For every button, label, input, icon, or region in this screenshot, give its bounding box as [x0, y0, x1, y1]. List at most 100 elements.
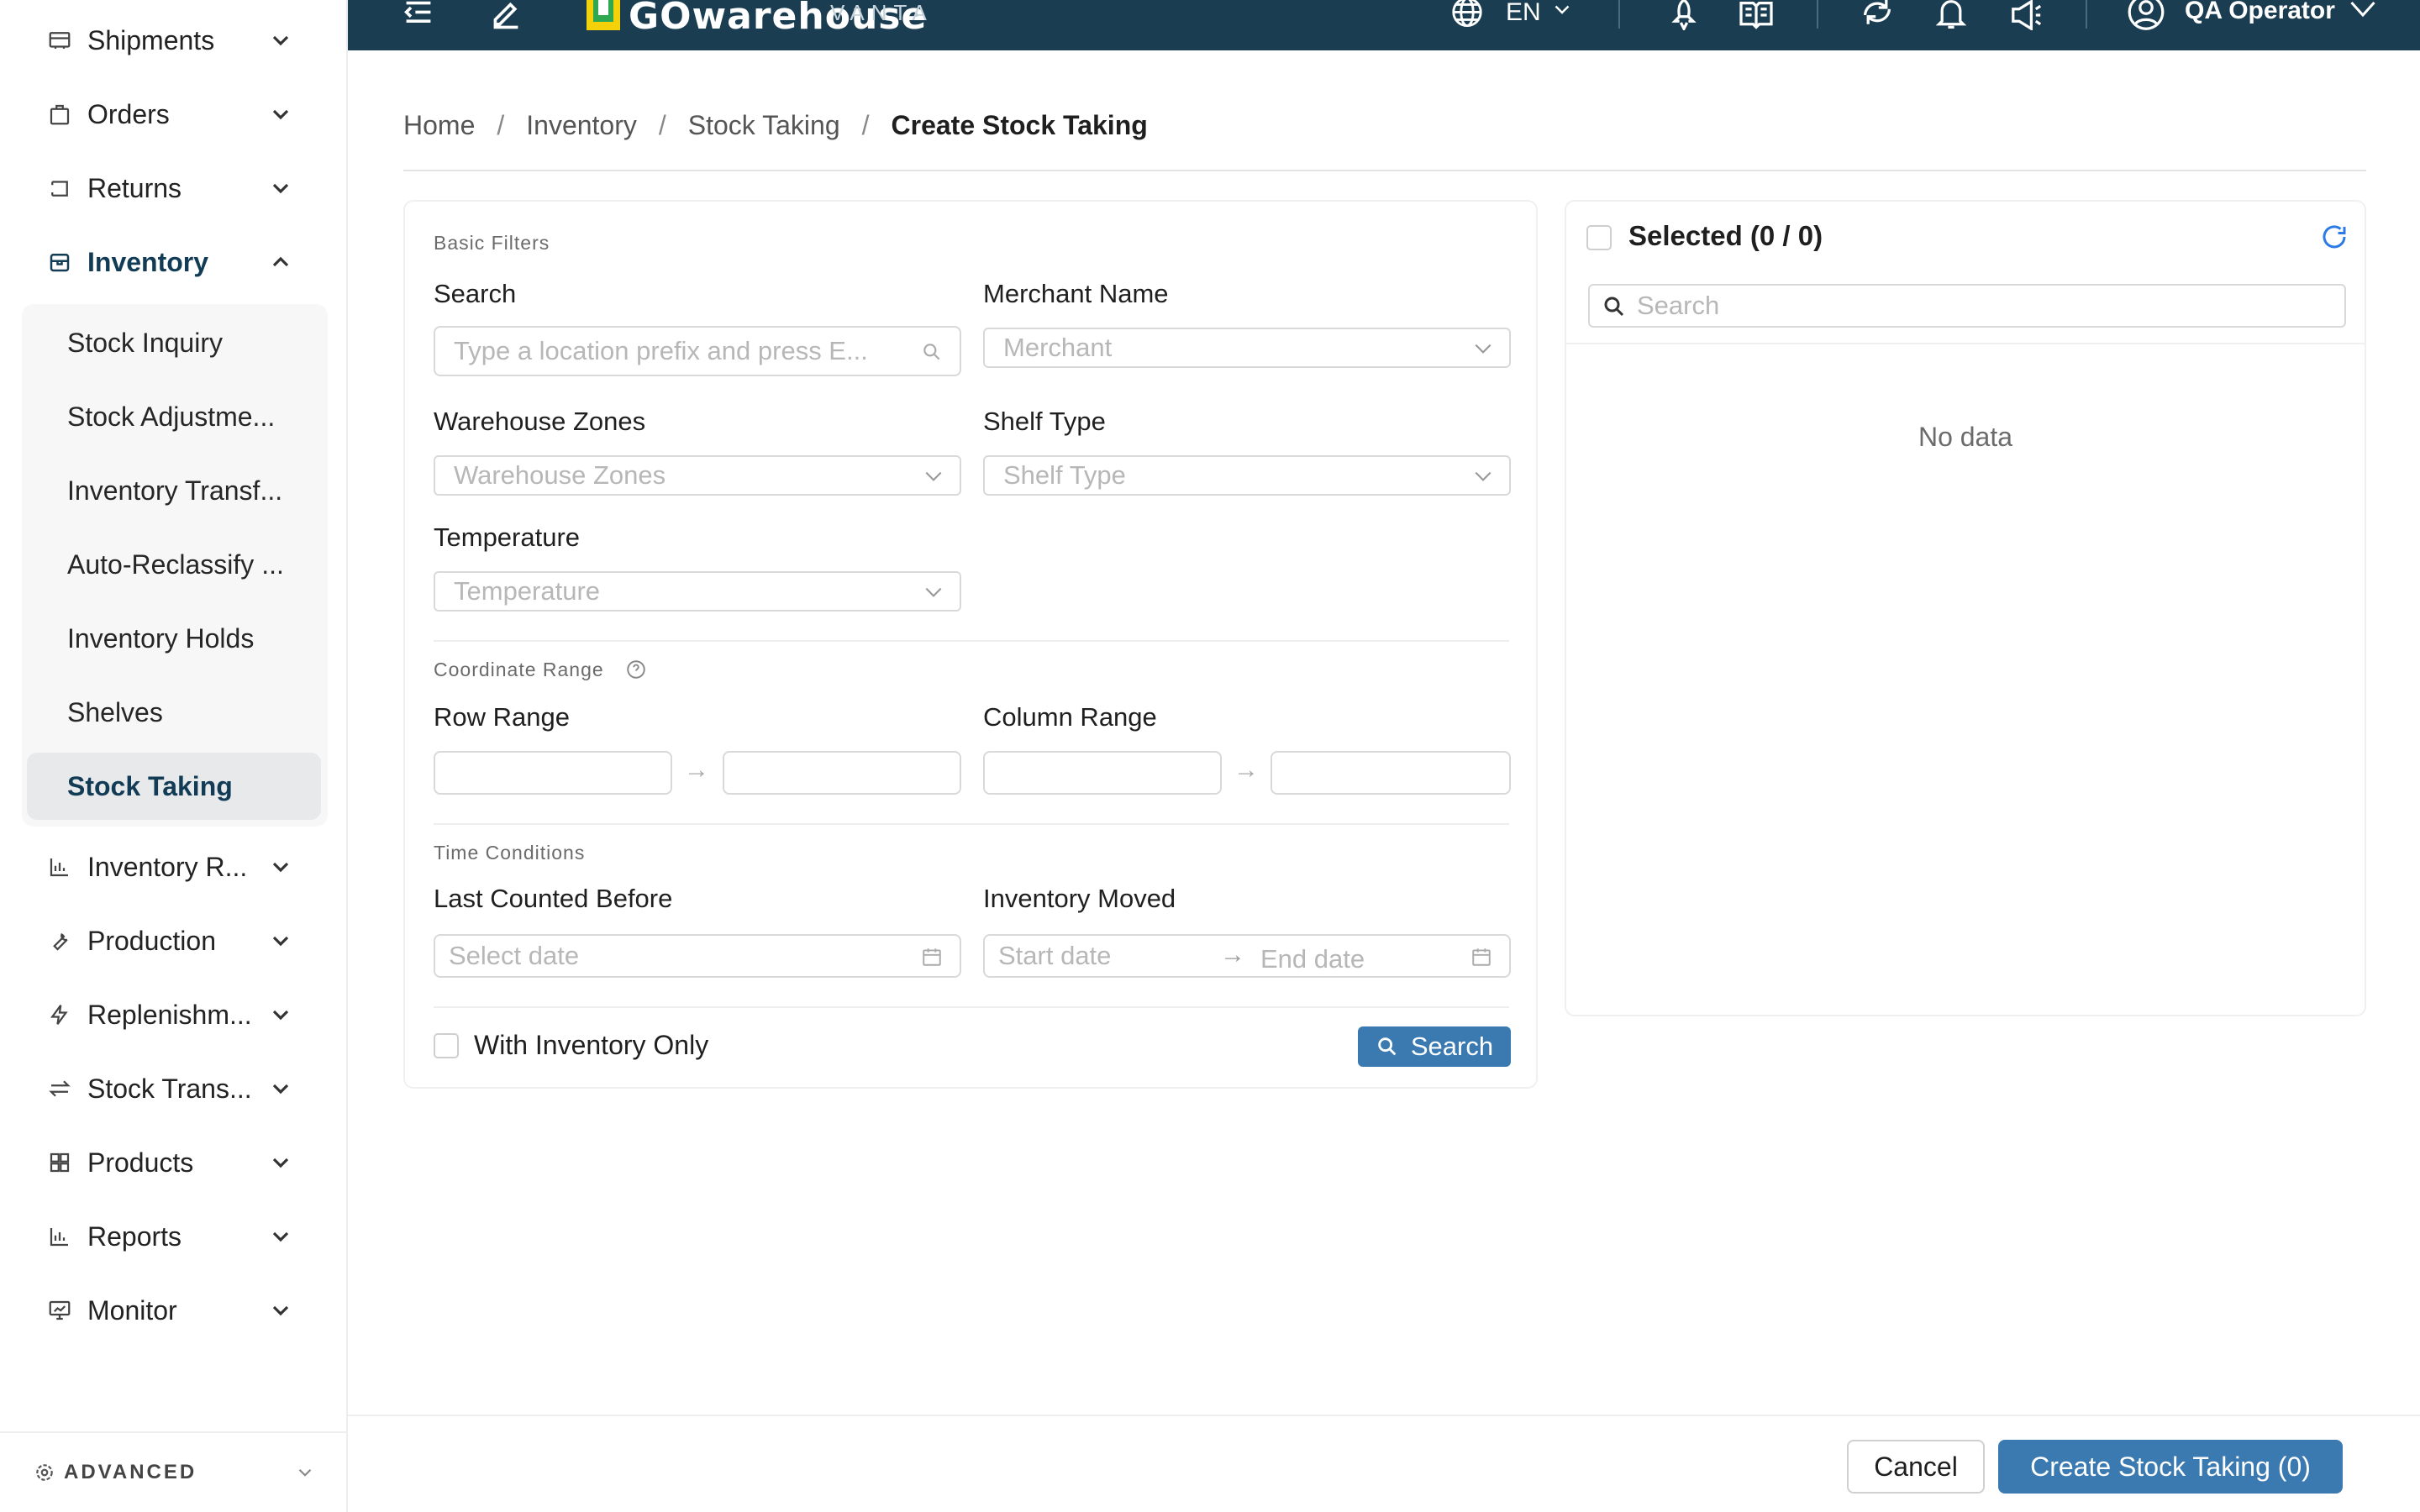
menu-collapse-icon[interactable] — [400, 0, 437, 30]
book-icon[interactable] — [1738, 0, 1775, 30]
rocket-icon[interactable] — [1665, 0, 1702, 30]
chevron-down-icon — [267, 1223, 294, 1250]
header-divider — [1618, 0, 1620, 29]
create-stock-taking-button[interactable]: Create Stock Taking (0) — [1998, 1440, 2343, 1494]
search-button[interactable]: Search — [1358, 1026, 1511, 1067]
sidebar: Shipments Orders Returns Inventory Stock… — [0, 0, 348, 1512]
sidebar-item-stock-transfer[interactable]: Stock Trans... — [0, 1055, 348, 1122]
refresh-icon[interactable] — [1859, 0, 1896, 30]
temperature-select[interactable]: Temperature — [434, 571, 961, 612]
search-button-label: Search — [1410, 1032, 1494, 1061]
breadcrumb-separator: / — [658, 109, 666, 140]
refresh-icon[interactable] — [2319, 222, 2349, 252]
sidebar-item-inventory[interactable]: Inventory — [0, 228, 348, 296]
edit-icon[interactable] — [487, 0, 524, 30]
search-icon — [1602, 294, 1627, 319]
shelf-type-select[interactable]: Shelf Type — [983, 455, 1511, 496]
sidebar-item-monitor[interactable]: Monitor — [0, 1277, 348, 1344]
temperature-placeholder: Temperature — [454, 576, 601, 606]
sidebar-item-label: Monitor — [87, 1294, 177, 1326]
selected-search-input[interactable]: Search — [1588, 284, 2346, 328]
logo-mark — [587, 0, 620, 30]
cancel-button[interactable]: Cancel — [1847, 1440, 1985, 1494]
sidebar-item-label: Inventory — [87, 246, 209, 277]
grid-icon — [47, 1150, 72, 1175]
arrow-right-icon: → — [1220, 941, 1245, 969]
submenu-item-inventory-holds[interactable]: Inventory Holds — [27, 605, 321, 672]
breadcrumb-stock-taking[interactable]: Stock Taking — [688, 110, 840, 141]
sidebar-item-label: Inventory R... — [87, 851, 248, 882]
location-search-input[interactable]: Type a location prefix and press E... — [434, 326, 961, 376]
inventory-moved-range-picker[interactable]: Start date → End date — [983, 934, 1511, 978]
section-divider — [434, 640, 1509, 642]
megaphone-icon[interactable] — [2008, 0, 2045, 30]
advanced-toggle[interactable]: ADVANCED — [0, 1431, 348, 1512]
inventory-moved-label: Inventory Moved — [983, 884, 1176, 913]
sidebar-item-label: Shipments — [87, 24, 215, 55]
user-menu[interactable]: QA Operator — [2185, 0, 2335, 25]
sidebar-item-production[interactable]: Production — [0, 907, 348, 974]
chevron-down-icon — [1472, 465, 1494, 487]
sidebar-item-replenishment[interactable]: Replenishm... — [0, 981, 348, 1048]
merchant-label: Merchant Name — [983, 279, 1169, 308]
sidebar-item-orders[interactable]: Orders — [0, 81, 348, 148]
lightning-icon — [47, 1002, 72, 1027]
submenu-item-inventory-transfer[interactable]: Inventory Transf... — [27, 457, 321, 524]
last-counted-date-picker[interactable]: Select date — [434, 934, 961, 978]
transfer-icon — [47, 1076, 72, 1101]
merchant-select[interactable]: Merchant — [983, 328, 1511, 368]
submenu-item-stock-adjustment[interactable]: Stock Adjustme... — [27, 383, 321, 450]
row-range-start-input[interactable] — [434, 751, 672, 795]
breadcrumb-separator: / — [861, 109, 870, 140]
submenu-item-shelves[interactable]: Shelves — [27, 679, 321, 746]
help-icon[interactable] — [625, 659, 647, 680]
select-all-checkbox[interactable] — [1586, 225, 1612, 250]
breadcrumb-inventory[interactable]: Inventory — [526, 110, 637, 141]
sidebar-item-label: Stock Trans... — [87, 1073, 252, 1104]
bar-chart-icon — [47, 1224, 72, 1249]
column-range-start-input[interactable] — [983, 751, 1222, 795]
search-icon — [921, 341, 943, 363]
breadcrumb-home[interactable]: Home — [403, 110, 475, 141]
truck-icon — [47, 28, 72, 53]
warehouse-zones-placeholder: Warehouse Zones — [454, 460, 666, 490]
row-range-end-input[interactable] — [723, 751, 961, 795]
language-selector[interactable]: EN — [1506, 0, 1541, 27]
sidebar-item-returns[interactable]: Returns — [0, 155, 348, 222]
return-icon — [47, 176, 72, 201]
calendar-icon — [921, 946, 943, 968]
chevron-down-icon — [267, 101, 294, 128]
submenu-item-auto-reclassify[interactable]: Auto-Reclassify ... — [27, 531, 321, 598]
last-counted-placeholder: Select date — [449, 941, 580, 970]
user-avatar-icon[interactable] — [2128, 0, 2165, 30]
arrow-right-icon: → — [684, 756, 709, 784]
bag-icon — [47, 102, 72, 127]
chevron-down-icon — [267, 1075, 294, 1102]
sidebar-item-label: Reports — [87, 1221, 182, 1252]
bell-icon[interactable] — [1933, 0, 1970, 30]
selected-count-title: Selected (0 / 0) — [1628, 220, 1823, 251]
submenu-item-stock-inquiry[interactable]: Stock Inquiry — [27, 309, 321, 376]
breadcrumb-divider — [403, 170, 2366, 171]
chevron-down-icon — [267, 1297, 294, 1324]
end-date-placeholder[interactable]: End date — [1260, 944, 1365, 974]
warehouse-zones-select[interactable]: Warehouse Zones — [434, 455, 961, 496]
column-range-end-input[interactable] — [1270, 751, 1511, 795]
section-divider — [434, 1006, 1509, 1008]
globe-icon[interactable] — [1449, 0, 1486, 30]
chevron-down-icon — [267, 175, 294, 202]
sidebar-item-reports[interactable]: Reports — [0, 1203, 348, 1270]
advanced-label: ADVANCED — [64, 1461, 197, 1483]
with-inventory-label[interactable]: With Inventory Only — [474, 1030, 708, 1061]
sidebar-item-inventory-reports[interactable]: Inventory R... — [0, 833, 348, 900]
submenu-item-stock-taking[interactable]: Stock Taking — [27, 753, 321, 820]
basic-filters-title: Basic Filters — [434, 232, 550, 254]
selected-panel: Selected (0 / 0) Search No data — [1565, 200, 2366, 1016]
sidebar-item-products[interactable]: Products — [0, 1129, 348, 1196]
sidebar-item-shipments[interactable]: Shipments — [0, 7, 348, 74]
column-range-label: Column Range — [983, 702, 1157, 732]
chevron-down-icon — [267, 27, 294, 54]
with-inventory-checkbox[interactable] — [434, 1033, 459, 1058]
breadcrumb-separator: / — [497, 109, 505, 140]
start-date-placeholder[interactable]: Start date — [998, 941, 1111, 971]
